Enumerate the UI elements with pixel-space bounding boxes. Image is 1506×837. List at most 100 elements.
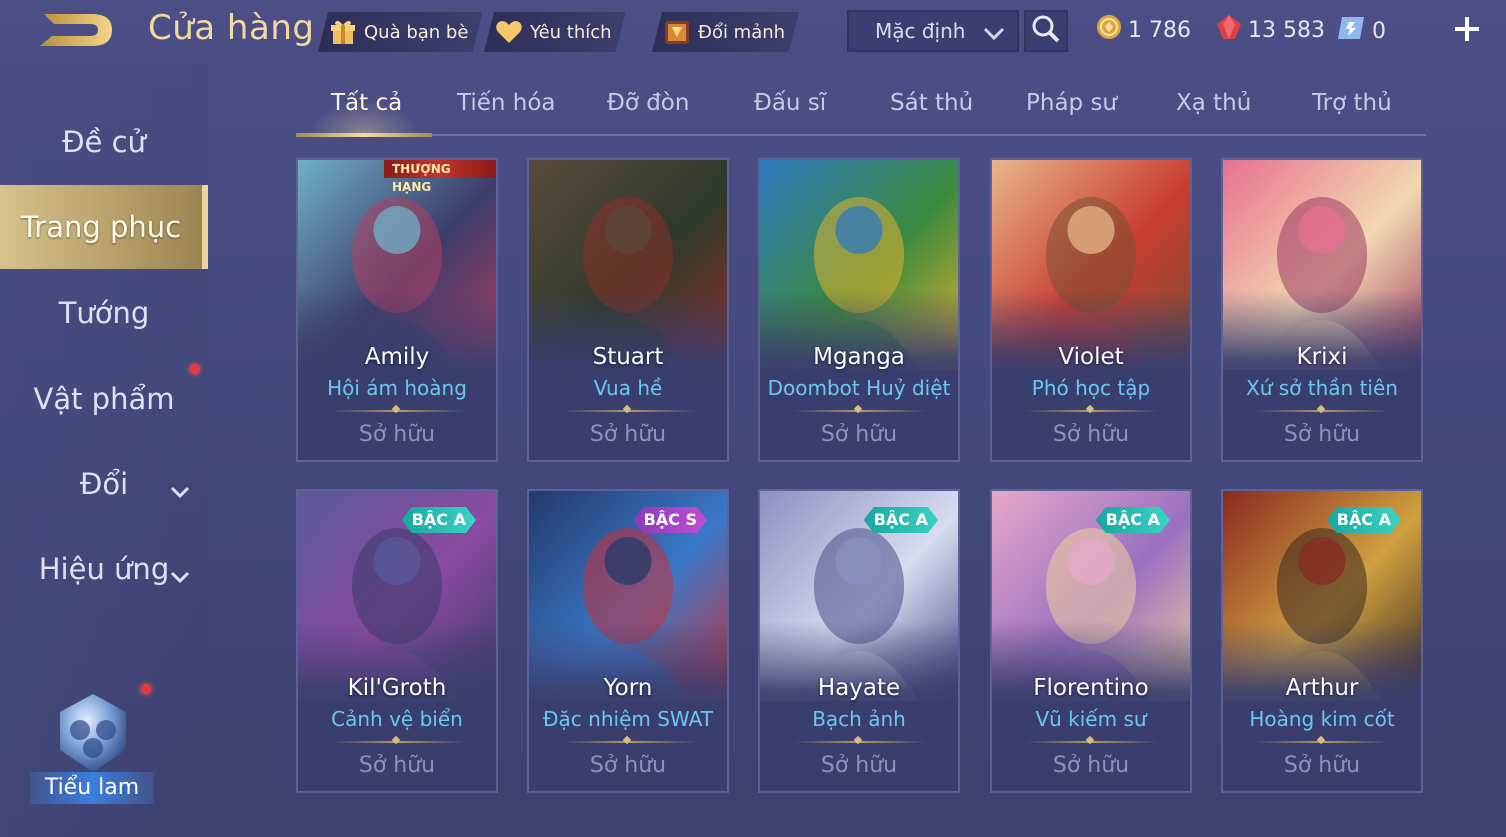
skin-card[interactable]: Krixi Xứ sở thần tiên Sở hữu xyxy=(1221,158,1423,462)
card-divider xyxy=(1257,741,1389,743)
card-divider xyxy=(563,410,695,412)
hero-name: Krixi xyxy=(1296,344,1348,370)
top-bar: Cửa hàng Quà bạn bè Yêu thích Đổi mảnh M… xyxy=(0,0,1506,62)
page-title: Cửa hàng xyxy=(148,8,315,48)
sidebar-item-skins[interactable]: Trang phục xyxy=(0,185,208,269)
skin-card[interactable]: BẬC A Kil'Groth Cảnh vệ biển Sở hữu xyxy=(296,489,498,793)
skin-name: Xứ sở thần tiên xyxy=(1246,376,1398,400)
skin-card[interactable]: BẬC S Yorn Đặc nhiệm SWAT Sở hữu xyxy=(527,489,729,793)
chevron-down-icon xyxy=(170,557,190,591)
skin-name: Hội ám hoàng xyxy=(327,376,467,400)
sidebar-item-exchange[interactable]: Đổi xyxy=(0,442,208,526)
artwork-fade xyxy=(529,621,727,721)
tab-marksman[interactable]: Xạ thủ xyxy=(1176,90,1251,116)
card-divider xyxy=(1257,410,1389,412)
sidebar-item-heroes[interactable]: Tướng xyxy=(0,271,208,355)
voucher-value: 0 xyxy=(1372,18,1386,44)
skin-name: Doombot Huỷ diệt xyxy=(767,376,951,400)
sidebar-item-label: Tướng xyxy=(58,296,150,330)
skin-name: Bạch ảnh xyxy=(812,707,906,731)
tab-evolution[interactable]: Tiến hóa xyxy=(457,90,556,116)
tab-active-underline xyxy=(296,133,432,137)
ownership-status: Sở hữu xyxy=(1283,422,1361,447)
skin-card[interactable]: BẬC A Arthur Hoàng kim cốt Sở hữu xyxy=(1221,489,1423,793)
artwork-fade xyxy=(298,290,496,390)
shard-exchange-button[interactable]: Đổi mảnh xyxy=(652,12,799,52)
artwork-fade xyxy=(760,290,958,390)
heart-icon xyxy=(494,17,524,47)
hero-name: Florentino xyxy=(1033,675,1149,701)
skin-card[interactable]: Violet Phó học tập Sở hữu xyxy=(990,158,1192,462)
artwork-fade xyxy=(1223,290,1421,390)
sidebar-item-label: Hiệu ứng xyxy=(38,552,170,586)
skin-card[interactable]: THƯỢNG HẠNG Amily Hội ám hoàng Sở hữu xyxy=(296,158,498,462)
ownership-status: Sở hữu xyxy=(589,753,667,778)
chevron-down-icon xyxy=(983,23,1005,47)
hero-name: Yorn xyxy=(603,675,653,701)
skin-name: Đặc nhiệm SWAT xyxy=(543,707,713,731)
gold-balance: 1 786 xyxy=(1096,14,1191,46)
sidebar-item-label: Trang phục xyxy=(20,210,182,244)
sort-value: Mặc định xyxy=(875,19,966,43)
tier-badge: BẬC A xyxy=(1327,507,1401,533)
tab-mage[interactable]: Pháp sư xyxy=(1026,90,1117,116)
ownership-status: Sở hữu xyxy=(589,422,667,447)
sidebar-item-label: Vật phẩm xyxy=(33,382,175,416)
artwork-fade xyxy=(760,621,958,721)
hero-name: Hayate xyxy=(817,675,901,701)
red-gem-icon xyxy=(1216,14,1242,46)
hero-name: Amily xyxy=(364,344,430,370)
artwork-fade xyxy=(992,290,1190,390)
artwork-fade xyxy=(298,621,496,721)
favorites-button[interactable]: Yêu thích xyxy=(484,12,626,52)
search-icon xyxy=(1031,14,1061,48)
gold-value: 1 786 xyxy=(1128,17,1191,43)
favorites-label: Yêu thích xyxy=(530,21,612,43)
card-divider xyxy=(332,410,464,412)
skin-name: Cảnh vệ biển xyxy=(331,707,463,731)
skin-name: Phó học tập xyxy=(1031,376,1151,400)
tier-badge: BẬC A xyxy=(402,507,476,533)
ownership-status: Sở hữu xyxy=(1052,422,1130,447)
skin-card[interactable]: Stuart Vua hề Sở hữu xyxy=(527,158,729,462)
ownership-status: Sở hữu xyxy=(1283,753,1361,778)
ownership-status: Sở hữu xyxy=(820,753,898,778)
gem-balance: 13 583 xyxy=(1216,14,1325,46)
sidebar-item-items[interactable]: Vật phẩm xyxy=(0,357,208,441)
tier-badge: BẬC A xyxy=(864,507,938,533)
add-currency-button[interactable] xyxy=(1448,12,1486,50)
shard-exchange-label: Đổi mảnh xyxy=(698,21,786,43)
skin-card[interactable]: BẬC A Florentino Vũ kiếm sư Sở hữu xyxy=(990,489,1192,793)
shard-chest-icon xyxy=(662,17,692,47)
sidebar-item-effects[interactable]: Hiệu ứng xyxy=(0,527,208,611)
back-icon[interactable] xyxy=(34,8,118,52)
skin-name: Vua hề xyxy=(593,376,663,400)
plus-icon xyxy=(1453,15,1481,47)
artwork-fade xyxy=(1223,621,1421,721)
search-button[interactable] xyxy=(1024,10,1068,52)
card-divider xyxy=(332,741,464,743)
tab-support[interactable]: Trợ thủ xyxy=(1312,90,1392,116)
friend-gift-button[interactable]: Quà bạn bè xyxy=(318,12,482,52)
sidebar-item-label: Đề cử xyxy=(62,125,146,159)
voucher-icon xyxy=(1338,14,1366,48)
tab-tank[interactable]: Đỡ đòn xyxy=(607,90,689,116)
sidebar-item-recommended[interactable]: Đề cử xyxy=(0,100,208,184)
sort-dropdown[interactable]: Mặc định xyxy=(847,10,1019,52)
card-divider xyxy=(794,741,926,743)
assistant-label: Tiểu lam xyxy=(30,772,154,804)
role-tabs: Tất cả Tiến hóa Đỡ đòn Đấu sĩ Sát thủ Ph… xyxy=(296,86,1426,137)
skin-card[interactable]: BẬC A Hayate Bạch ảnh Sở hữu xyxy=(758,489,960,793)
gem-value: 13 583 xyxy=(1248,17,1325,43)
gift-icon xyxy=(328,17,358,47)
skin-name: Hoàng kim cốt xyxy=(1249,707,1395,731)
card-divider xyxy=(1026,741,1158,743)
tab-fighter[interactable]: Đấu sĩ xyxy=(754,90,826,116)
hero-name: Stuart xyxy=(592,344,664,370)
tab-assassin[interactable]: Sát thủ xyxy=(890,90,973,116)
skin-card[interactable]: Mganga Doombot Huỷ diệt Sở hữu xyxy=(758,158,960,462)
ownership-status: Sở hữu xyxy=(820,422,898,447)
tab-all[interactable]: Tất cả xyxy=(331,90,402,116)
voucher-balance: 0 xyxy=(1338,14,1386,48)
premium-tag: THƯỢNG HẠNG xyxy=(384,160,496,194)
